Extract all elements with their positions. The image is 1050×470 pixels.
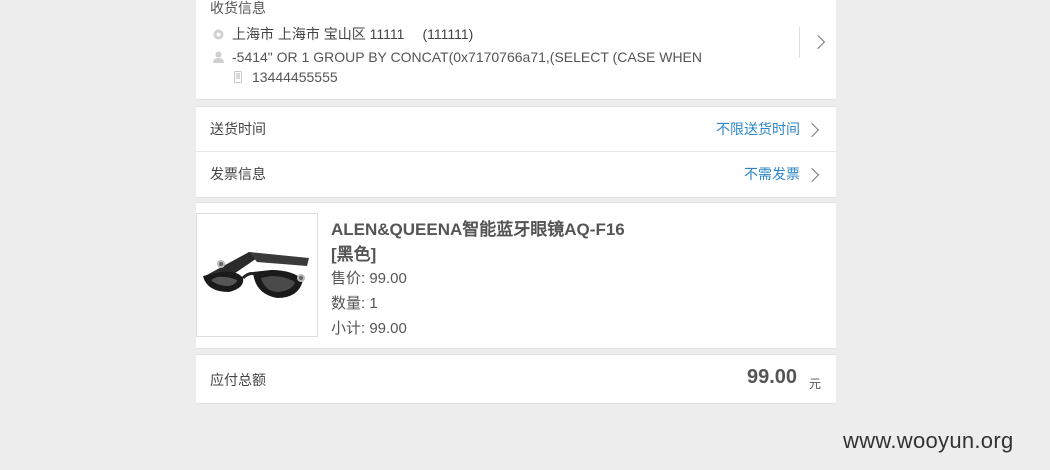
currency-unit: 元 bbox=[809, 377, 822, 391]
location-icon bbox=[212, 28, 224, 40]
divider bbox=[799, 27, 800, 58]
recipient-line: -5414" OR 1 GROUP BY CONCAT(0x7170766a71… bbox=[212, 49, 702, 65]
product-variant: [黑色] bbox=[331, 245, 377, 264]
phone-line: 13444455555 bbox=[232, 69, 338, 85]
order-total-card: 应付总额 99.00 元 bbox=[196, 354, 836, 404]
watermark: www.wooyun.org bbox=[843, 428, 1014, 453]
product-name[interactable]: ALEN&QUEENA智能蓝牙眼镜AQ-F16 bbox=[331, 215, 625, 240]
product-card: ALEN&QUEENA智能蓝牙眼镜AQ-F16 [黑色] 售价: 99.00 数… bbox=[196, 202, 836, 349]
product-image[interactable] bbox=[196, 213, 318, 337]
address-region: 上海市 上海市 宝山区 11111 bbox=[232, 26, 405, 42]
chevron-right-icon[interactable] bbox=[804, 167, 820, 183]
chevron-right-icon[interactable] bbox=[810, 34, 826, 50]
product-price: 售价: 99.00 bbox=[331, 270, 407, 287]
total-amount: 99.00 bbox=[747, 366, 798, 388]
recipient-name: -5414" OR 1 GROUP BY CONCAT(0x7170766a71… bbox=[232, 49, 702, 65]
person-icon bbox=[212, 51, 224, 63]
phone-icon bbox=[232, 71, 244, 83]
shipping-info-title: 收货信息 bbox=[210, 0, 266, 16]
total-label: 应付总额 bbox=[210, 372, 266, 388]
chevron-right-icon[interactable] bbox=[804, 122, 820, 138]
product-subtotal: 小计: 99.00 bbox=[331, 320, 407, 337]
invoice-value[interactable]: 不需发票 bbox=[744, 164, 800, 184]
delivery-time-value[interactable]: 不限送货时间 bbox=[716, 119, 800, 139]
address-postcode: (111111) bbox=[422, 26, 474, 42]
invoice-row[interactable]: 发票信息 不需发票 bbox=[196, 152, 836, 196]
delivery-time-label: 送货时间 bbox=[210, 121, 266, 137]
address-line: 上海市 上海市 宝山区 11111 (111111) bbox=[212, 24, 473, 44]
order-options-card: 送货时间 不限送货时间 发票信息 不需发票 bbox=[196, 106, 836, 198]
recipient-phone: 13444455555 bbox=[252, 69, 338, 85]
shipping-address-card[interactable]: 收货信息 上海市 上海市 宝山区 11111 (111111) -5414" O… bbox=[196, 0, 836, 100]
delivery-time-row[interactable]: 送货时间 不限送货时间 bbox=[196, 107, 836, 152]
invoice-label: 发票信息 bbox=[210, 166, 266, 182]
product-quantity: 数量: 1 bbox=[331, 295, 378, 312]
